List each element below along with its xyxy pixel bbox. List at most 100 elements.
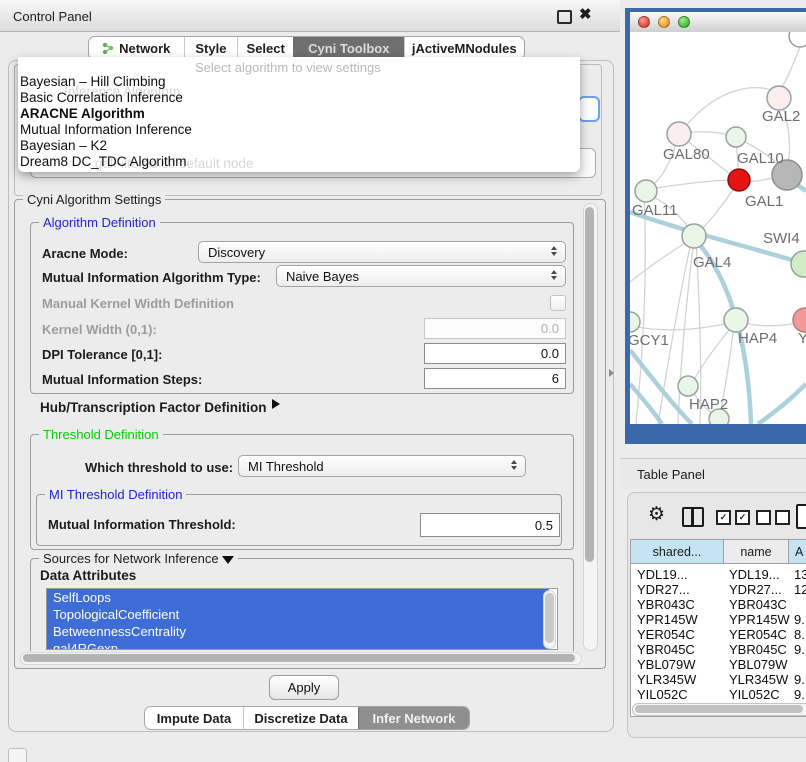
table-cell[interactable]: YPR145W: [729, 612, 790, 627]
unchecked-checkboxes-icon[interactable]: [756, 510, 790, 525]
table-cell[interactable]: YIL052C: [637, 687, 688, 702]
tab-jactivemnodules[interactable]: jActiveMNodules: [404, 37, 524, 59]
table-cell[interactable]: YDL19...: [637, 567, 688, 582]
network-node-gal10: [726, 127, 746, 147]
group-title: Algorithm Definition: [39, 215, 160, 230]
list-item[interactable]: TopologicalCoefficient: [47, 606, 549, 623]
table-cell[interactable]: YBR043C: [637, 597, 695, 612]
float-window-icon[interactable]: [557, 10, 572, 24]
panel-divider-arrow-icon[interactable]: [609, 369, 614, 377]
dpi-tolerance-field[interactable]: 0.0: [424, 343, 566, 364]
document-icon[interactable]: [796, 504, 806, 529]
network-node-hap4: [724, 308, 748, 332]
table-cell[interactable]: 9.: [794, 612, 805, 627]
network-canvas[interactable]: GAL2 GAL80 GAL10 GAL1 GAL11 SWI4 GAL4 GC…: [630, 32, 806, 424]
window-close-button[interactable]: [638, 16, 650, 28]
checked-checkboxes-icon[interactable]: ✓✓: [716, 510, 750, 525]
dpi-tolerance-label: DPI Tolerance [0,1]:: [42, 347, 162, 362]
network-window-titlebar[interactable]: [630, 12, 806, 33]
table-cell[interactable]: YER054C: [729, 627, 787, 642]
tab-style[interactable]: Style: [184, 37, 238, 59]
table-cell[interactable]: YLR345W: [729, 672, 788, 687]
mi-threshold-field[interactable]: 0.5: [420, 513, 560, 537]
table-cell[interactable]: YDL19...: [729, 567, 780, 582]
table-cell[interactable]: 9.: [794, 642, 805, 657]
table-cell[interactable]: YPR145W: [637, 612, 698, 627]
data-attributes-list[interactable]: SelfLoops TopologicalCoefficient Between…: [46, 588, 558, 650]
table-cell[interactable]: 12: [794, 582, 806, 597]
dropdown-item[interactable]: Bayesian – Hill Climbing: [20, 74, 166, 89]
mini-panel-icon[interactable]: [8, 748, 27, 762]
network-node-gal11: [635, 180, 657, 202]
table-cell[interactable]: YBR045C: [729, 642, 787, 657]
chevron-updown-icon: [551, 270, 557, 280]
tab-impute-data[interactable]: Impute Data: [145, 707, 243, 729]
tab-network[interactable]: Network: [89, 37, 184, 59]
column-header-shared[interactable]: shared...: [631, 540, 724, 564]
window-minimize-button[interactable]: [658, 16, 670, 28]
table-cell[interactable]: YLR345W: [637, 672, 696, 687]
table-cell[interactable]: 9.: [794, 672, 805, 687]
table-cell[interactable]: YER054C: [637, 627, 695, 642]
data-attributes-label: Data Attributes: [40, 568, 136, 583]
kernel-width-field[interactable]: 0.0: [424, 318, 566, 339]
table-cell[interactable]: 8.: [794, 627, 805, 642]
node-table[interactable]: shared... name A YDL19... YDL19... 13 YDR2…: [630, 539, 806, 717]
tab-select[interactable]: Select: [237, 37, 293, 59]
gear-icon[interactable]: ⚙: [648, 503, 665, 526]
table-cell[interactable]: YIL052C: [729, 687, 780, 702]
collapse-arrow-icon[interactable]: [222, 556, 234, 564]
network-window: GAL2 GAL80 GAL10 GAL1 GAL11 SWI4 GAL4 GC…: [625, 8, 806, 444]
tab-infer-network[interactable]: Infer Network: [358, 707, 469, 729]
mi-type-label: Mutual Information Algorithm Type:: [42, 270, 261, 285]
tab-label: Style: [195, 41, 226, 56]
aracne-mode-combobox[interactable]: Discovery: [198, 241, 566, 263]
dropdown-item[interactable]: Dream8 DC_TDC Algorithm: [20, 154, 187, 169]
list-item[interactable]: BetweennessCentrality: [47, 623, 549, 640]
node-label-gal10: GAL10: [737, 150, 784, 167]
apply-button[interactable]: Apply: [269, 675, 339, 700]
list-item[interactable]: gal4RGexp: [47, 640, 549, 650]
table-cell[interactable]: YDR27...: [729, 582, 782, 597]
tab-cyni-toolbox[interactable]: Cyni Toolbox: [293, 37, 403, 59]
table-cell[interactable]: YBR043C: [729, 597, 787, 612]
mi-type-combobox[interactable]: Naive Bayes: [276, 265, 566, 287]
table-cell[interactable]: 9.: [794, 687, 805, 702]
network-nodes[interactable]: [630, 32, 806, 424]
algorithm-dropdown: Inference Algorithm galFiltered.sif defa…: [18, 57, 580, 172]
dropdown-item[interactable]: Bayesian – K2: [20, 138, 107, 153]
dropdown-item-selected[interactable]: ARACNE Algorithm: [20, 106, 145, 121]
node-label-gal1: GAL1: [745, 193, 783, 210]
tab-label: Select: [247, 41, 285, 56]
dropdown-item[interactable]: Basic Correlation Inference: [20, 90, 183, 105]
which-threshold-combobox[interactable]: MI Threshold: [238, 455, 526, 477]
network-node-gcy1: [630, 312, 640, 332]
table-cell[interactable]: 13: [794, 567, 806, 582]
settings-vertical-scrollbar[interactable]: [583, 203, 598, 651]
column-header-name[interactable]: name: [724, 540, 789, 564]
close-icon[interactable]: ✖: [579, 5, 592, 23]
expand-arrow-icon[interactable]: [272, 399, 280, 409]
network-node-gal4: [682, 224, 706, 248]
list-scrollbar[interactable]: [543, 590, 556, 649]
mi-steps-field[interactable]: 6: [424, 368, 566, 389]
manual-kernel-checkbox[interactable]: [550, 295, 566, 311]
settings-horizontal-scrollbar[interactable]: [20, 652, 582, 665]
table-horizontal-scrollbar[interactable]: [632, 703, 806, 716]
tab-discretize-data[interactable]: Discretize Data: [243, 707, 358, 729]
dropdown-placeholder: Select algorithm to view settings: [195, 60, 381, 75]
column-layout-icon[interactable]: [682, 507, 704, 527]
window-zoom-button[interactable]: [678, 16, 690, 28]
dropdown-item[interactable]: Mutual Information Inference: [20, 122, 192, 137]
focused-button-edge[interactable]: [578, 96, 600, 122]
table-cell[interactable]: YBR045C: [637, 642, 695, 657]
network-node-gal80: [667, 122, 691, 146]
table-cell[interactable]: YBL079W: [637, 657, 696, 672]
list-item[interactable]: SelfLoops: [47, 589, 549, 606]
column-header-partial[interactable]: A: [789, 540, 806, 564]
table-cell[interactable]: YDR27...: [637, 582, 690, 597]
mi-steps-label: Mutual Information Steps:: [42, 372, 202, 387]
scrollbar-thumb[interactable]: [23, 654, 575, 662]
table-cell[interactable]: YBL079W: [729, 657, 788, 672]
scrollbar-thumb[interactable]: [585, 207, 594, 562]
